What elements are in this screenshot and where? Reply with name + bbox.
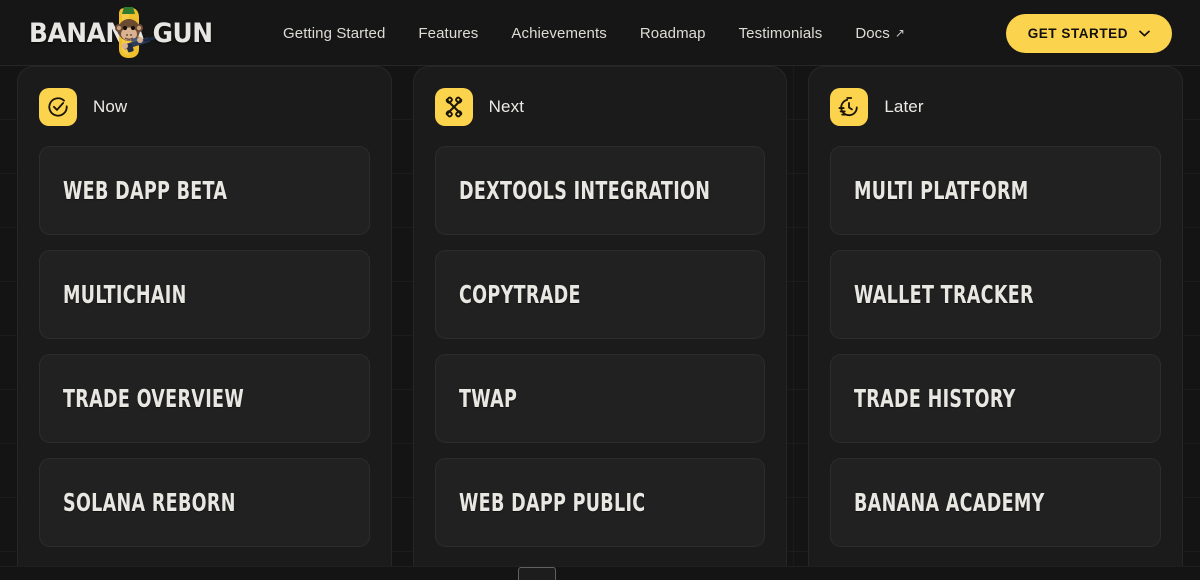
card-title: TRADE HISTORY [854, 384, 1016, 413]
column-cards-later: MULTI PLATFORM WALLET TRACKER TRADE HIST… [830, 146, 1162, 547]
nav-link-achievements[interactable]: Achievements [511, 25, 606, 42]
card-title: WALLET TRACKER [854, 280, 1035, 309]
roadmap-card[interactable]: WEB DAPP PUBLIC [434, 458, 766, 547]
column-title: Later [884, 97, 924, 116]
main-nav: Getting Started Features Achievements Ro… [283, 0, 905, 66]
column-header-later: Later [830, 88, 1161, 126]
column-title: Now [93, 97, 128, 116]
card-title: TRADE OVERVIEW [63, 384, 244, 413]
roadmap-card[interactable]: TRADE HISTORY [830, 354, 1162, 443]
roadmap-card[interactable]: TRADE OVERVIEW [39, 354, 370, 443]
roadmap-card[interactable]: BANANA ACADEMY [830, 458, 1162, 547]
external-link-icon: ↗ [894, 26, 906, 40]
roadmap-column-now: Now WEB DAPP BETA MULTICHAIN TRADE OVERV… [17, 66, 392, 580]
card-title: BANANA ACADEMY [854, 488, 1046, 517]
nav-link-features[interactable]: Features [418, 25, 478, 42]
nav-label: Testimonials [738, 24, 823, 42]
column-header-next: Next [434, 88, 766, 126]
nav-label: Docs [855, 24, 890, 42]
site-header: BANANA GUN Getting Started Features Achi… [0, 0, 1200, 66]
nav-link-docs[interactable]: Docs ↗ [855, 25, 905, 42]
nav-label: Features [418, 24, 479, 42]
nav-link-roadmap[interactable]: Roadmap [640, 25, 706, 42]
nav-label: Getting Started [283, 24, 386, 42]
card-title: WEB DAPP PUBLIC [458, 488, 646, 517]
nav-link-getting-started[interactable]: Getting Started [283, 25, 385, 42]
roadmap-card[interactable]: WEB DAPP BETA [39, 146, 370, 235]
bottom-peek-tab[interactable] [518, 567, 556, 580]
card-title: DEXTOOLS INTEGRATION [458, 176, 710, 205]
get-started-label: GET STARTED [1027, 26, 1128, 41]
roadmap-card[interactable]: SOLANA REBORN [39, 458, 370, 547]
card-title: COPYTRADE [458, 280, 581, 309]
card-title: TWAP [458, 384, 517, 413]
nav-link-testimonials[interactable]: Testimonials [739, 25, 823, 42]
column-cards-next: DEXTOOLS INTEGRATION COPYTRADE TWAP WEB … [434, 146, 766, 547]
column-header-now: Now [39, 88, 370, 126]
nav-label: Achievements [511, 24, 607, 42]
roadmap-column-later: Later MULTI PLATFORM WALLET TRACKER TRAD… [808, 66, 1184, 580]
column-cards-now: WEB DAPP BETA MULTICHAIN TRADE OVERVIEW … [39, 146, 370, 547]
card-title: MULTI PLATFORM [854, 176, 1029, 205]
roadmap-card[interactable]: DEXTOOLS INTEGRATION [434, 146, 766, 235]
roadmap-board: Now WEB DAPP BETA MULTICHAIN TRADE OVERV… [0, 66, 1200, 580]
column-title: Next [488, 97, 525, 116]
chevron-down-icon [1139, 30, 1150, 37]
roadmap-card[interactable]: MULTICHAIN [39, 250, 370, 339]
roadmap-card[interactable]: TWAP [434, 354, 766, 443]
roadmap-card[interactable]: MULTI PLATFORM [830, 146, 1162, 235]
bottom-strip [0, 566, 1200, 580]
roadmap-card[interactable]: WALLET TRACKER [830, 250, 1162, 339]
brand-wordmark: BANANA GUN [29, 17, 213, 49]
stopwatch-icon [830, 88, 869, 126]
card-title: SOLANA REBORN [63, 488, 236, 517]
brand-logo[interactable]: BANANA GUN [29, 7, 213, 58]
roadmap-card[interactable]: COPYTRADE [434, 250, 766, 339]
card-title: MULTICHAIN [63, 280, 187, 309]
roadmap-column-next: Next DEXTOOLS INTEGRATION COPYTRADE TWAP… [412, 66, 788, 580]
circle-check-icon [39, 88, 77, 126]
crossed-tools-icon [434, 88, 473, 126]
nav-label: Roadmap [639, 24, 706, 42]
roadmap-page: BANANA GUN Getting Started Features Achi… [0, 0, 1200, 580]
get-started-button[interactable]: GET STARTED [1005, 14, 1172, 53]
card-title: WEB DAPP BETA [63, 176, 228, 205]
